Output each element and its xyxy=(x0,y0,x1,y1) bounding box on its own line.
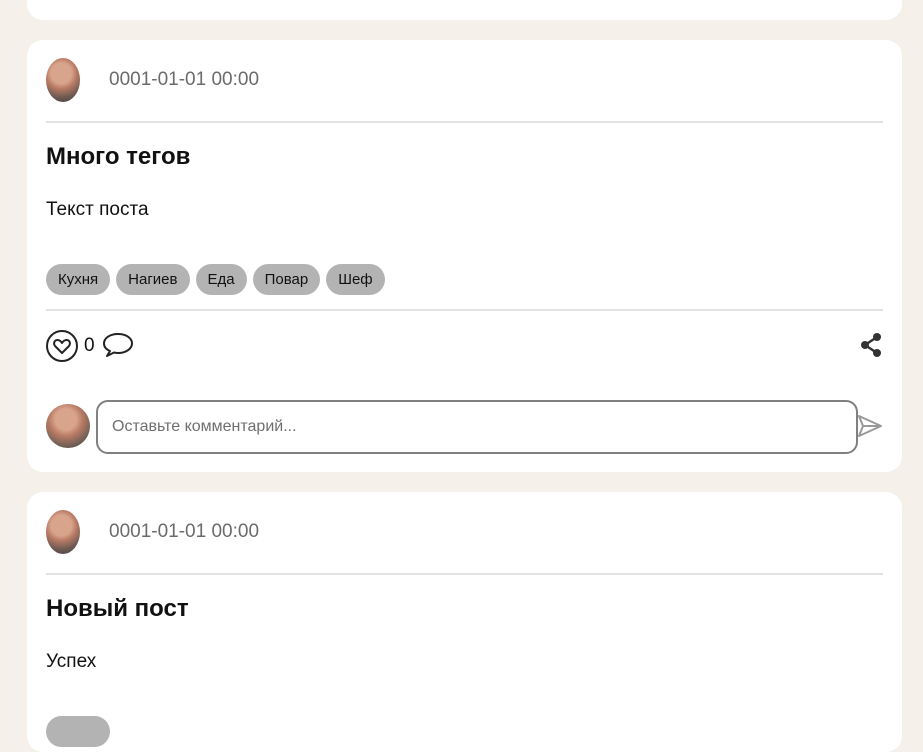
heart-icon[interactable] xyxy=(46,330,78,362)
tag[interactable] xyxy=(46,716,110,747)
post-date: 0001-01-01 00:00 xyxy=(109,69,260,90)
tag-shef[interactable]: Шеф xyxy=(326,264,385,295)
post-card: 0001-01-01 00:00 Много тегов Текст поста… xyxy=(27,40,902,472)
tag-list: Кухня Нагиев Еда Повар Шеф xyxy=(46,264,385,295)
current-user-avatar xyxy=(46,404,90,448)
tag-eda[interactable]: Еда xyxy=(195,264,247,295)
tag-kukhnya[interactable]: Кухня xyxy=(46,264,111,295)
comment-input[interactable] xyxy=(96,400,858,454)
send-icon[interactable] xyxy=(857,414,883,443)
post-text: Текст поста xyxy=(46,199,149,220)
tag-povar[interactable]: Повар xyxy=(252,264,321,295)
header-divider xyxy=(46,121,883,123)
author-avatar[interactable] xyxy=(46,58,80,102)
post-text: Успех xyxy=(46,651,97,672)
previous-post-card xyxy=(27,0,902,20)
like-count: 0 xyxy=(84,335,95,356)
author-avatar[interactable] xyxy=(46,510,80,554)
post-actions: 0 xyxy=(46,330,883,362)
comment-form xyxy=(46,400,883,454)
header-divider xyxy=(46,573,883,575)
post-card: 0001-01-01 00:00 Новый пост Успех xyxy=(27,492,902,752)
post-date: 0001-01-01 00:00 xyxy=(109,521,260,542)
post-title: Много тегов xyxy=(46,143,191,170)
speech-bubble-icon[interactable] xyxy=(102,331,134,364)
actions-divider xyxy=(46,309,883,311)
tag-nagiev[interactable]: Нагиев xyxy=(116,264,190,295)
share-icon[interactable] xyxy=(859,332,883,363)
post-title: Новый пост xyxy=(46,595,189,622)
